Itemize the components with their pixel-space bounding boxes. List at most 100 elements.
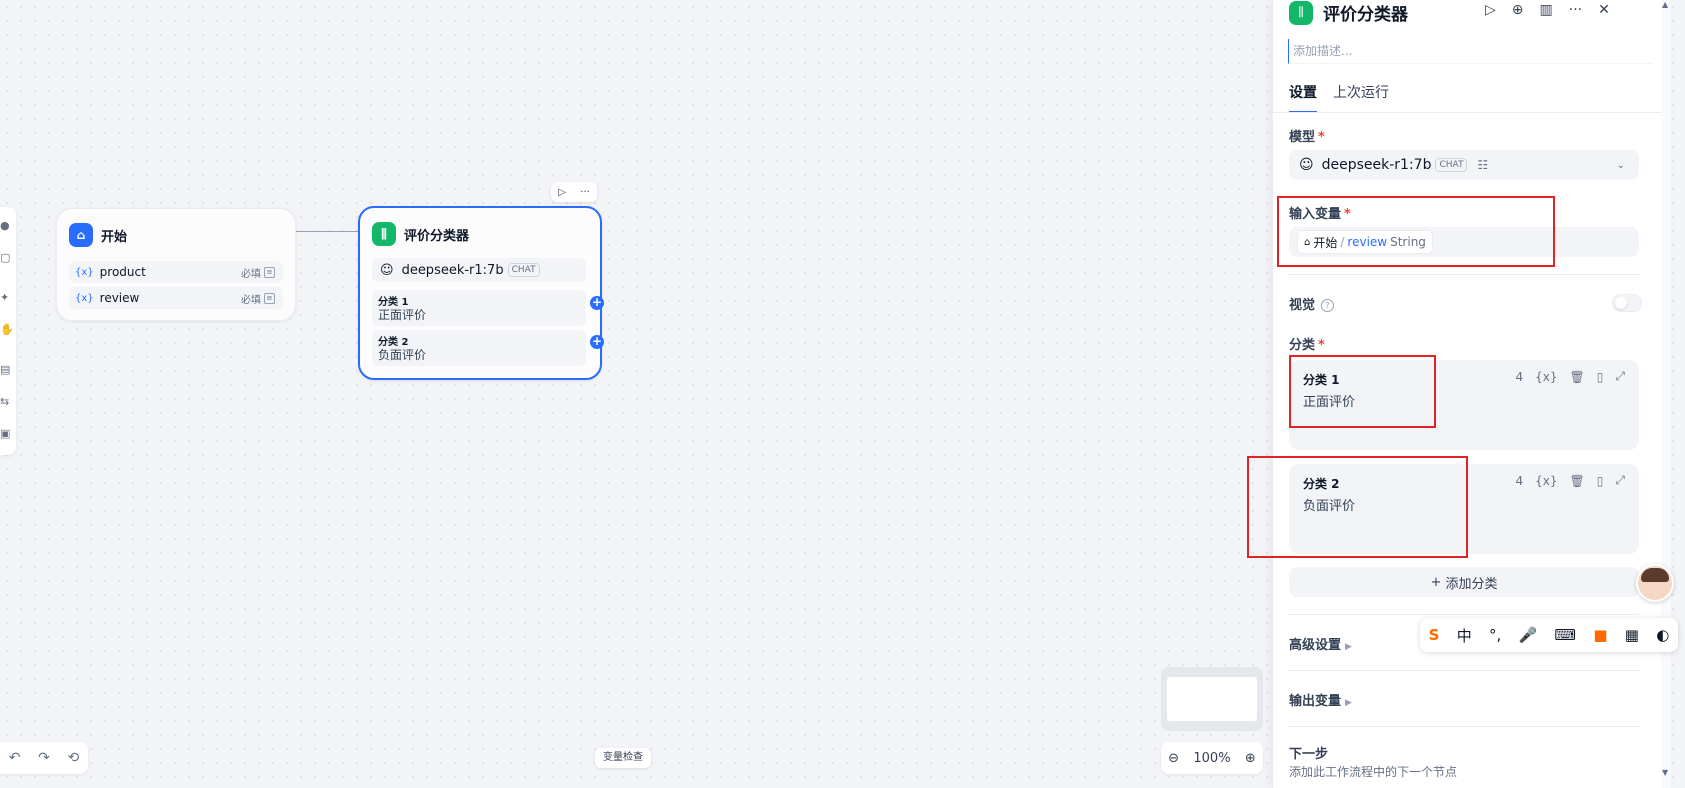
pointer-icon[interactable]: ●	[0, 219, 12, 233]
node-class-row: 分类 1 正面评价	[372, 290, 586, 326]
sogou-logo-icon[interactable]: S	[1429, 626, 1440, 644]
caret-right-icon: ▶	[1345, 698, 1352, 708]
vision-label: 视觉?	[1289, 294, 1335, 313]
ime-toolbar: S 中 °, 🎤 ⌨ ■ ▦ ◐	[1420, 618, 1678, 652]
more-icon[interactable]: ···	[580, 187, 590, 198]
output-variables-toggle[interactable]: 输出变量 ▶	[1289, 690, 1352, 709]
add-class-button[interactable]: + 添加分类	[1289, 567, 1639, 597]
settings-sliders-icon[interactable]: ☷	[1477, 158, 1488, 172]
zoom-level[interactable]: 100%	[1193, 751, 1230, 766]
description-input[interactable]: 添加描述...	[1288, 39, 1653, 64]
keyboard-icon[interactable]: ⌨	[1554, 626, 1576, 644]
class-desc: 正面评价	[378, 308, 427, 322]
pin-icon[interactable]: ✦	[0, 291, 12, 305]
insert-variable-icon[interactable]: {x}	[1535, 370, 1557, 384]
layout-icon[interactable]: ⇆	[0, 395, 12, 409]
variable-icon: {x}	[75, 292, 94, 304]
tab-settings[interactable]: 设置	[1289, 82, 1317, 113]
more-icon[interactable]: ···	[1569, 2, 1582, 18]
panel-title[interactable]: 评价分类器	[1323, 0, 1408, 25]
punctuation-icon[interactable]: °,	[1489, 626, 1501, 644]
required-tag: 必填	[241, 294, 261, 306]
export-icon[interactable]: ▤	[0, 363, 12, 377]
start-var-row[interactable]: {x} review 必填 ≡	[69, 287, 283, 309]
class-1-add-handle[interactable]: +	[590, 296, 604, 310]
chat-badge: CHAT	[507, 263, 540, 277]
char-count: 4	[1515, 473, 1524, 488]
delete-icon[interactable]: 🗑	[1570, 474, 1585, 488]
book-icon[interactable]: ▥	[1540, 2, 1553, 18]
expand-icon[interactable]: ⤢	[1615, 473, 1625, 488]
zoom-controls: ⊖ 100% ⊕	[1161, 742, 1263, 774]
home-icon: ⌂	[69, 223, 93, 247]
node-model-row: ☺ deepseek-r1:7b CHAT	[372, 258, 586, 282]
comment-icon[interactable]: ▢	[0, 251, 12, 265]
char-count: 4	[1515, 369, 1524, 384]
node-class-row: 分类 2 负面评价	[372, 330, 586, 366]
tab-last-run[interactable]: 上次运行	[1333, 82, 1389, 113]
help-icon[interactable]: ?	[1321, 299, 1335, 312]
left-toolbar: ● ▢ ✦ ✋ ▤ ⇆ ▣	[0, 207, 16, 455]
class-2-add-handle[interactable]: +	[590, 335, 604, 349]
node-model-name: deepseek-r1:7b	[401, 262, 504, 278]
var-name: review	[99, 291, 140, 305]
start-node-title: 开始	[101, 229, 128, 245]
divider	[1289, 274, 1639, 275]
run-icon[interactable]: ▷	[1485, 2, 1496, 18]
divider	[1289, 670, 1639, 671]
zoom-out-icon[interactable]: ⊖	[1168, 751, 1179, 766]
minimap[interactable]	[1161, 667, 1263, 731]
caret-right-icon: ▶	[1345, 642, 1352, 652]
microphone-icon[interactable]: 🎤	[1518, 626, 1537, 644]
classifier-icon: ⫼	[372, 222, 396, 246]
target-icon[interactable]: ⊕	[1512, 2, 1524, 18]
text-input-icon: ≡	[264, 292, 275, 304]
assistant-avatar[interactable]	[1636, 564, 1674, 602]
variable-icon: {x}	[75, 266, 94, 278]
vision-toggle[interactable]	[1612, 294, 1642, 312]
classifier-icon: ⫼	[1289, 0, 1313, 25]
next-step-desc: 添加此工作流程中的下一个节点	[1289, 765, 1458, 779]
zoom-in-icon[interactable]: ⊕	[1245, 751, 1256, 766]
start-var-row[interactable]: {x} product 必填 ≡	[69, 261, 283, 283]
advanced-settings-toggle[interactable]: 高级设置 ▶	[1289, 634, 1352, 653]
expand-icon[interactable]: ⤢	[1615, 369, 1625, 384]
model-label: 模型 *	[1289, 130, 1325, 145]
history-controls: ↶ ↷ ⟲	[0, 742, 88, 774]
history-icon[interactable]: ⟲	[67, 750, 79, 766]
chevron-down-icon: ⌄	[1616, 159, 1625, 171]
ime-chinese-mode[interactable]: 中	[1457, 625, 1472, 646]
clipboard-icon[interactable]: ▯	[1597, 370, 1604, 384]
redo-icon[interactable]: ↷	[38, 750, 50, 766]
variable-check-button[interactable]: 变量检查	[595, 748, 651, 768]
clipboard-icon[interactable]: ▯	[1597, 474, 1604, 488]
panel-actions: ▷ ⊕ ▥ ··· ✕	[1485, 2, 1610, 18]
close-icon[interactable]: ✕	[1598, 2, 1610, 18]
plus-icon: +	[1430, 574, 1442, 590]
grid-icon[interactable]: ▦	[1625, 626, 1639, 644]
edge-start-to-classifier	[294, 231, 358, 232]
run-icon[interactable]: ▷	[558, 187, 566, 198]
insert-variable-icon[interactable]: {x}	[1535, 474, 1557, 488]
divider	[1289, 614, 1639, 615]
text-input-icon: ≡	[264, 266, 275, 278]
panel-scrollbar[interactable]: ▲ ▼	[1661, 0, 1671, 788]
classifier-node[interactable]: ⫼ 评价分类器 ☺ deepseek-r1:7b CHAT 分类 1 正面评价 …	[358, 206, 602, 380]
scroll-down-icon[interactable]: ▼	[1662, 768, 1668, 777]
mascot-icon[interactable]: ◐	[1656, 626, 1669, 644]
scroll-up-icon[interactable]: ▲	[1662, 0, 1668, 9]
model-logo-icon: ☺	[1299, 157, 1314, 173]
start-node[interactable]: ⌂ 开始 {x} product 必填 ≡ {x} review 必填 ≡	[56, 208, 296, 321]
model-select[interactable]: ☺ deepseek-r1:7b CHAT ☷ ⌄	[1289, 150, 1639, 180]
chat-badge: CHAT	[1435, 158, 1468, 172]
highlight-box	[1247, 456, 1468, 558]
delete-icon[interactable]: 🗑	[1570, 370, 1585, 384]
panel-header: ⫼ 评价分类器	[1289, 0, 1408, 25]
image-icon[interactable]: ▣	[0, 427, 12, 441]
skin-icon[interactable]: ■	[1593, 626, 1607, 644]
classifier-node-title: 评价分类器	[404, 228, 470, 244]
panel-tabs: 设置 上次运行	[1289, 82, 1389, 113]
undo-icon[interactable]: ↶	[9, 750, 21, 766]
required-tag: 必填	[241, 268, 261, 280]
hand-icon[interactable]: ✋	[0, 323, 12, 337]
